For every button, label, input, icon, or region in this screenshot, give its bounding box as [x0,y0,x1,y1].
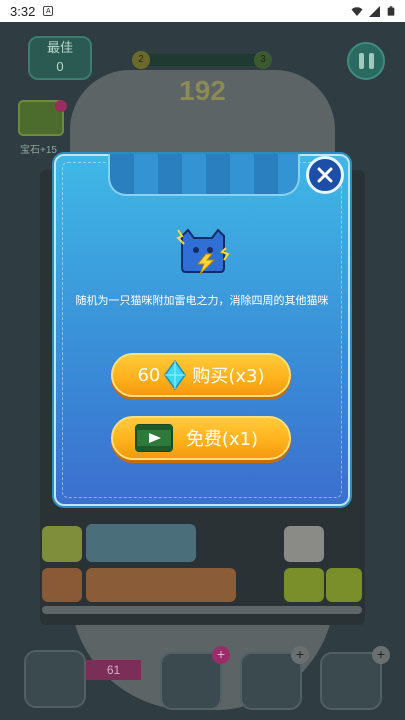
board-cat-lime[interactable] [284,568,324,602]
free-label: 免费(x1) [185,429,259,450]
buy-price: 60 [137,364,161,386]
board-cat-blue-long[interactable] [86,524,196,562]
level-progress-bar [136,54,266,66]
toolbar-count-badge: 61 [86,660,141,680]
battery-icon [387,6,395,16]
status-bar: 3:32 A [0,0,405,22]
pause-icon [358,53,364,69]
gem-reward-label: 宝石+15 [20,145,57,156]
toolbar-bomb-button[interactable] [320,652,382,710]
pause-button[interactable] [347,42,385,80]
toolbar-lightning-cat-button[interactable] [160,652,222,710]
dialog-header-banner [108,154,300,196]
buy-button[interactable]: 60 购买(x3) [111,353,291,397]
signal-icon [369,5,380,17]
lightning-cat-icon [176,228,230,275]
powerup-description: 随机为一只猫咪附加雷电之力，消除四周的其他猫咪 [75,294,329,307]
board-cat-orange-long[interactable] [86,568,236,602]
buy-label: 购买(x3) [192,366,265,387]
pause-icon-bar [368,53,374,69]
plus-icon[interactable]: + [212,646,230,664]
level-start-badge: 2 [132,51,150,69]
close-button[interactable] [306,156,344,194]
best-score-box: 最佳 0 [28,36,92,80]
board-floor [42,606,362,614]
free-watch-video-button[interactable]: 免费(x1) [111,416,291,460]
level-end-badge: 3 [254,51,272,69]
close-icon [317,167,333,183]
best-value: 0 [56,59,64,74]
status-time: 3:32 [10,3,36,19]
diamond-icon [164,360,187,390]
toolbar-arrow-button[interactable] [24,650,86,708]
score-display: 192 [179,75,226,106]
plus-icon[interactable]: + [291,646,309,664]
gem-notification-dot [55,100,67,112]
wifi-icon [351,6,363,16]
board-cat-lime-2[interactable] [326,568,362,602]
best-label: 最佳 [46,40,73,55]
board-cat-white[interactable] [284,526,324,562]
level-end-number: 3 [260,54,266,65]
notification-icon: A [43,6,54,16]
board-cat-yellow[interactable] [42,526,82,562]
board-cat-orange[interactable] [42,568,82,602]
plus-icon[interactable]: + [372,646,390,664]
video-icon [135,424,173,452]
level-start-number: 2 [138,54,144,65]
